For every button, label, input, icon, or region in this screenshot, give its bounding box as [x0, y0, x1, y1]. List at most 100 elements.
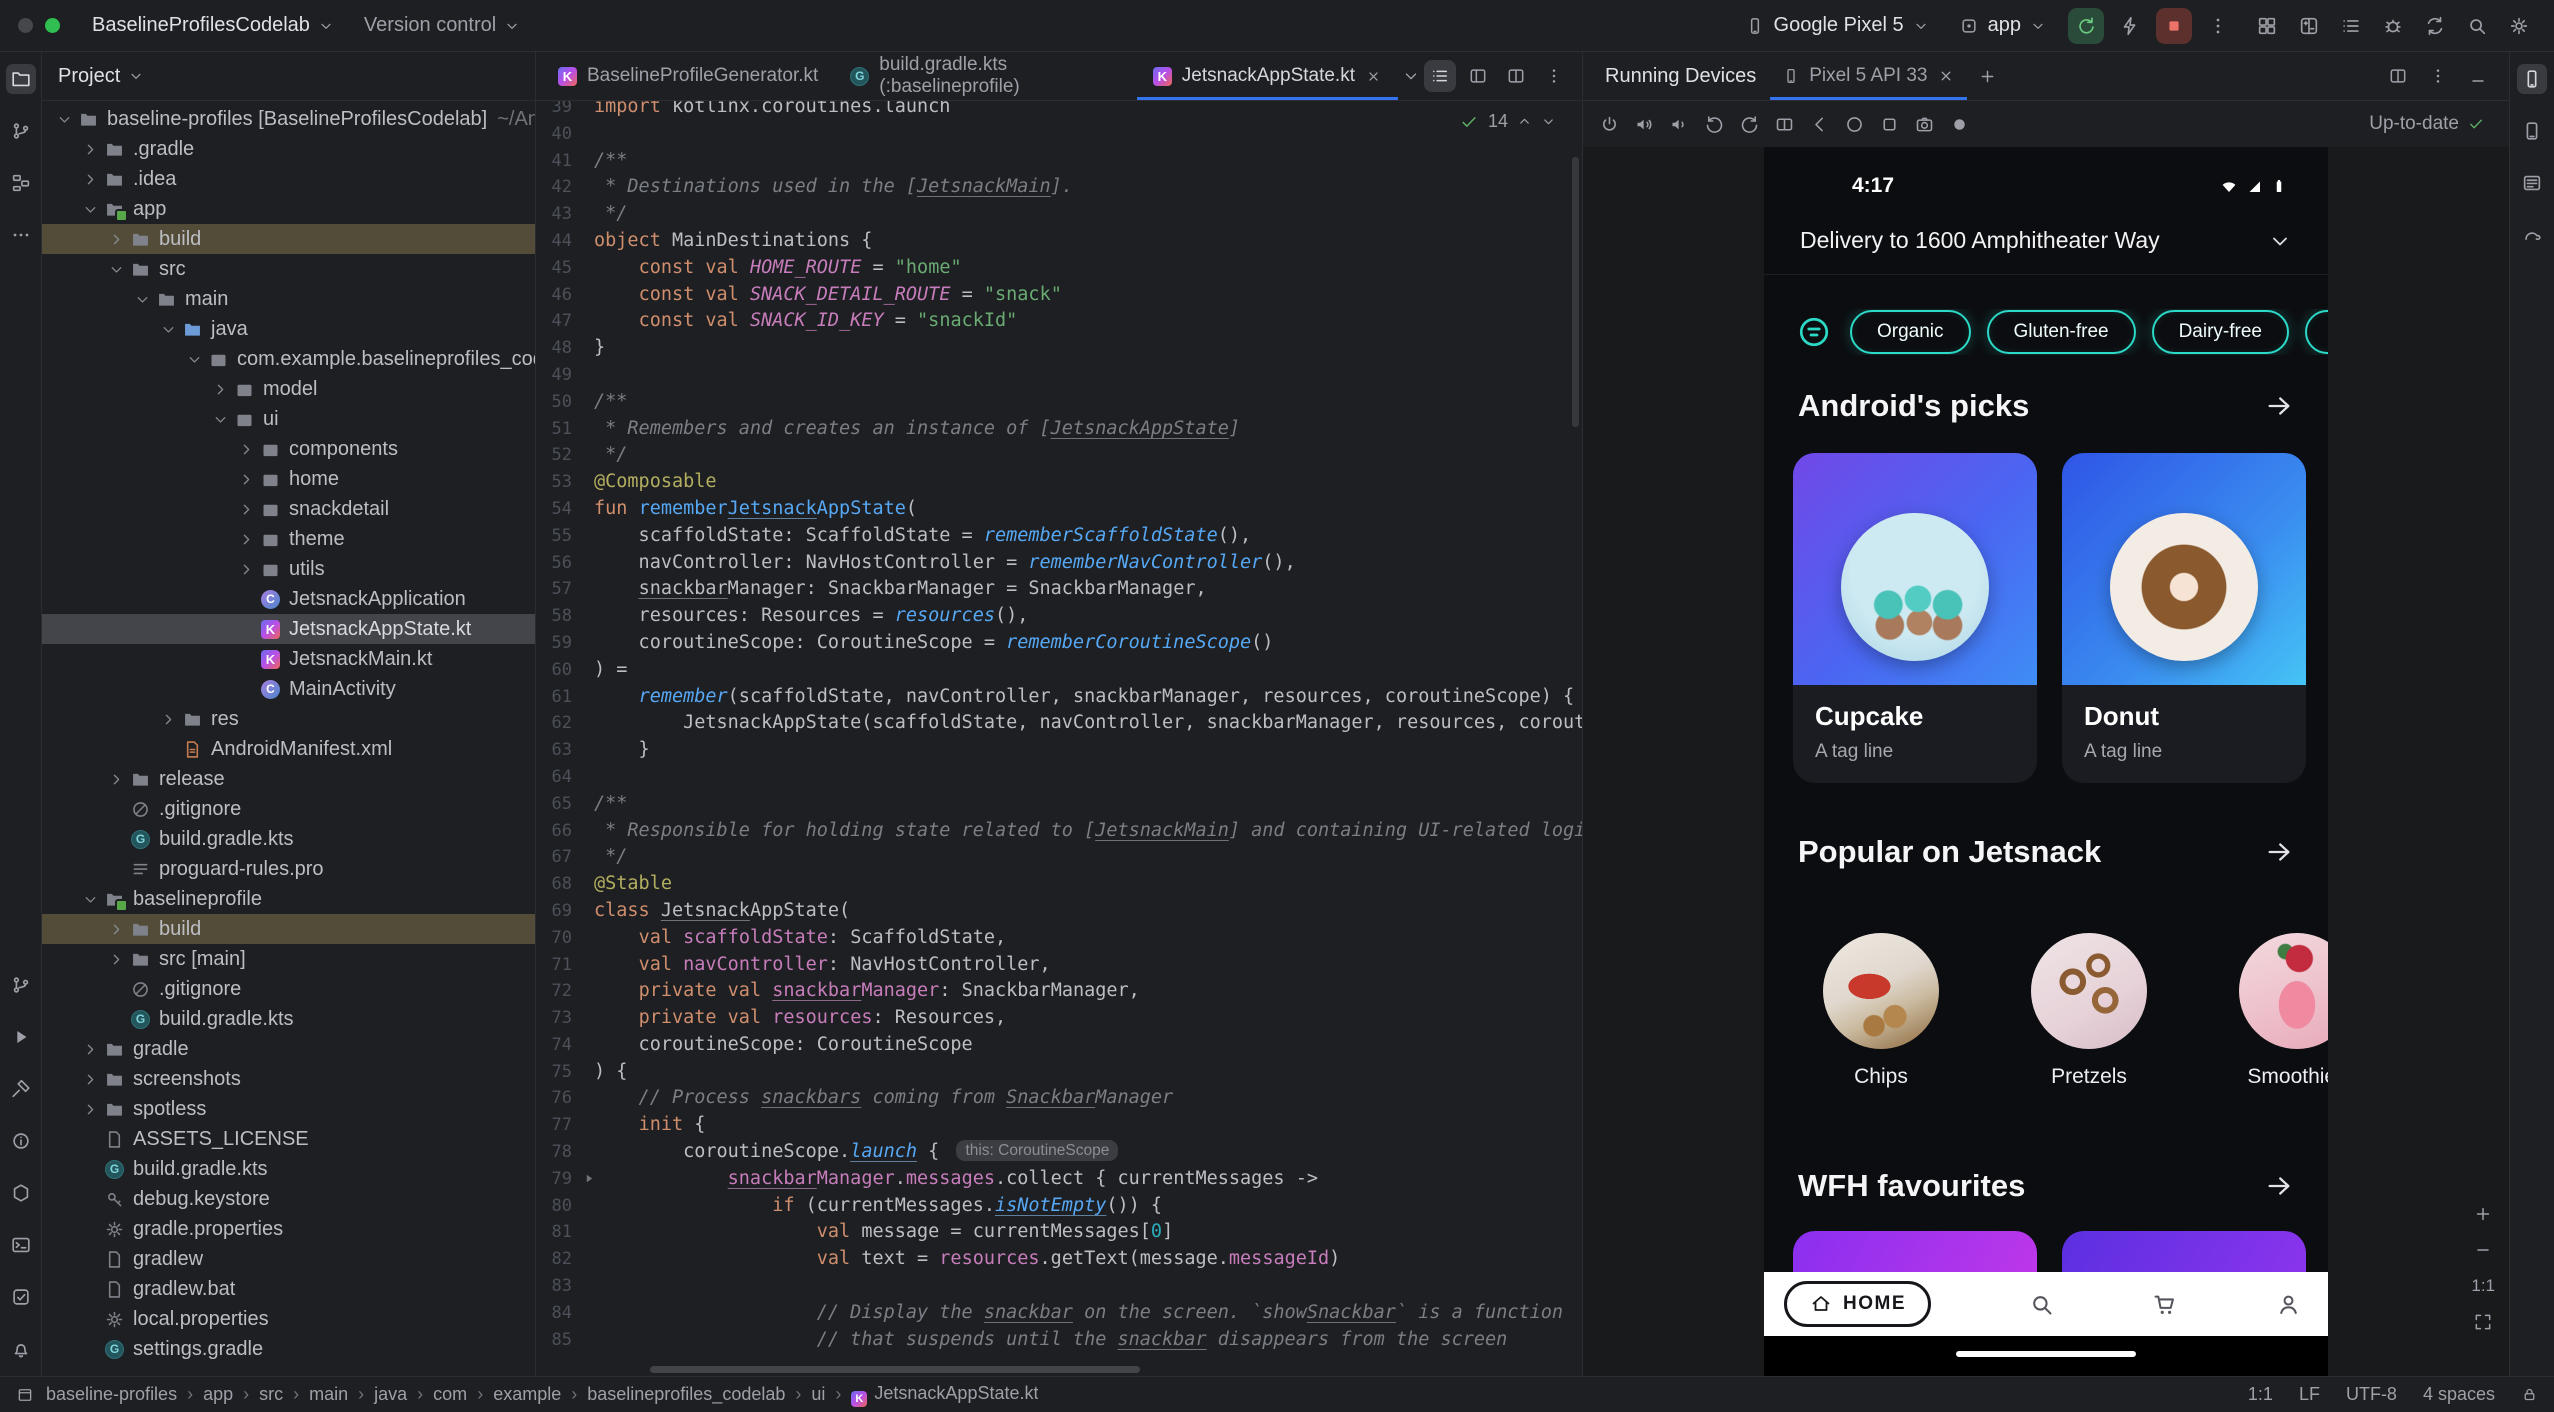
volume-up-button[interactable] [1628, 108, 1661, 141]
apply-changes-button[interactable] [2112, 8, 2148, 44]
code-line[interactable]: 67 */ [536, 844, 1582, 871]
tree-item[interactable]: src [main] [42, 944, 535, 974]
code-line[interactable]: 57 snackbarManager: SnackbarManager = Sn… [536, 576, 1582, 603]
device-selector[interactable]: Google Pixel 5 [1737, 9, 1937, 42]
list-button[interactable] [2334, 9, 2368, 43]
file-encoding[interactable]: UTF-8 [2346, 1384, 2397, 1405]
diff-button[interactable] [2292, 9, 2326, 43]
code-editor[interactable]: 39 import kotlinx.coroutines.launch 40 41 /*… [536, 101, 1582, 1376]
code-line[interactable]: 39 import kotlinx.coroutines.launch [536, 101, 1582, 121]
breadcrumb-item[interactable]: com [433, 1384, 467, 1405]
chevron-down-icon[interactable] [208, 407, 232, 431]
vertical-scrollbar[interactable] [1572, 157, 1579, 427]
nav-search-icon[interactable] [2028, 1291, 2055, 1318]
code-line[interactable]: 83 [536, 1273, 1582, 1300]
list-button[interactable] [1424, 60, 1456, 92]
more-v-button[interactable] [1538, 60, 1570, 92]
columns-button[interactable] [1462, 60, 1494, 92]
chevron-right-icon[interactable] [104, 767, 128, 791]
breadcrumb-item[interactable]: app [203, 1384, 233, 1405]
code-line[interactable]: 51 * Remembers and creates an instance o… [536, 416, 1582, 443]
code-line[interactable]: 68 @Stable [536, 871, 1582, 898]
device-tab[interactable]: Pixel 5 API 33 [1770, 52, 1966, 100]
tree-item[interactable]: Gbuild.gradle.kts [42, 824, 535, 854]
settings-button[interactable] [2502, 9, 2536, 43]
chevron-right-icon[interactable] [78, 1097, 102, 1121]
overview-button[interactable] [1873, 108, 1906, 141]
code-line[interactable]: 64 [536, 764, 1582, 791]
code-line[interactable]: 69 class JetsnackAppState( [536, 898, 1582, 925]
tree-item[interactable]: gradle.properties [42, 1214, 535, 1244]
breadcrumb-item[interactable]: baselineprofiles_codelab [587, 1384, 785, 1405]
build-button[interactable] [6, 1074, 36, 1104]
split-button[interactable] [1500, 60, 1532, 92]
code-line[interactable]: 62 JetsnackAppState(scaffoldState, navCo… [536, 710, 1582, 737]
filter-chip[interactable]: Gluten-free [1986, 310, 2136, 354]
vcs-menu-button[interactable]: Version control [356, 9, 528, 42]
popular-item[interactable]: Pretzels [2031, 933, 2147, 1089]
tree-item[interactable]: K JetsnackMain.kt [42, 644, 535, 674]
code-line[interactable]: 56 navController: NavHostController = re… [536, 550, 1582, 577]
fold-button[interactable] [1768, 108, 1801, 141]
code-line[interactable]: 77 init { [536, 1112, 1582, 1139]
close-icon[interactable] [1937, 67, 1955, 85]
chevron-down-icon[interactable] [52, 107, 76, 131]
more-v-button[interactable] [2421, 59, 2455, 93]
code-line[interactable]: 72 private val snackbarManager: Snackbar… [536, 978, 1582, 1005]
code-line[interactable]: 82 val text = resources.getText(message.… [536, 1246, 1582, 1273]
chevron-down-icon[interactable] [156, 317, 180, 341]
tree-item[interactable]: gradlew [42, 1244, 535, 1274]
breadcrumb-item[interactable]: main [309, 1384, 348, 1405]
code-line[interactable]: 50 /** [536, 389, 1582, 416]
code-line[interactable]: 44 object MainDestinations { [536, 228, 1582, 255]
tree-item[interactable]: baseline-profiles [BaselineProfilesCodel… [42, 104, 535, 134]
code-line[interactable]: 63 } [536, 737, 1582, 764]
chevron-down-icon[interactable] [78, 887, 102, 911]
prev-problem-icon[interactable] [1517, 114, 1532, 129]
tree-item[interactable]: ui [42, 404, 535, 434]
tree-item[interactable]: C MainActivity [42, 674, 535, 704]
chevron-right-icon[interactable] [234, 437, 258, 461]
cursor-position[interactable]: 1:1 [2248, 1384, 2273, 1405]
screenshot-button[interactable] [1908, 108, 1941, 141]
running-devices-button[interactable] [2517, 64, 2547, 94]
breadcrumb-item[interactable]: src [259, 1384, 283, 1405]
services-button[interactable] [6, 1178, 36, 1208]
home-button[interactable] [1838, 108, 1871, 141]
tree-item[interactable]: .gitignore [42, 794, 535, 824]
chevron-down-icon[interactable] [104, 257, 128, 281]
inspections-widget[interactable]: 14 [1459, 111, 1556, 132]
code-line[interactable]: 40 [536, 121, 1582, 148]
code-line[interactable]: 78 coroutineScope.launch { this: Corouti… [536, 1139, 1582, 1166]
snack-card[interactable]: Cupcake A tag line [1793, 453, 2037, 783]
zoom-out-button[interactable] [2473, 1240, 2493, 1260]
arrow-right-icon[interactable] [2264, 837, 2294, 867]
tree-item[interactable]: src [42, 254, 535, 284]
code-line[interactable]: 79 snackbarManager.messages.collect { cu… [536, 1166, 1582, 1193]
rotate-left-button[interactable] [1698, 108, 1731, 141]
breadcrumb-item[interactable]: ui [811, 1384, 825, 1405]
editor-tab[interactable]: K BaselineProfileGenerator.kt [542, 52, 834, 100]
code-line[interactable]: 59 coroutineScope: CoroutineScope = reme… [536, 630, 1582, 657]
tree-item[interactable]: local.properties [42, 1304, 535, 1334]
chevron-right-icon[interactable] [234, 497, 258, 521]
tree-item[interactable]: debug.keystore [42, 1184, 535, 1214]
code-line[interactable]: 41 /** [536, 148, 1582, 175]
breadcrumb-item[interactable]: example [493, 1384, 561, 1405]
code-line[interactable]: 85 // that suspends until the snackbar d… [536, 1327, 1582, 1354]
chevron-right-icon[interactable] [234, 527, 258, 551]
chevron-right-icon[interactable] [78, 1037, 102, 1061]
code-line[interactable]: 43 */ [536, 201, 1582, 228]
tree-item[interactable]: build [42, 224, 535, 254]
code-line[interactable]: 65 /** [536, 791, 1582, 818]
power-button[interactable] [1593, 108, 1626, 141]
run-button[interactable] [6, 1022, 36, 1052]
chevron-down-icon[interactable] [78, 197, 102, 221]
running-devices-title[interactable]: Running Devices [1597, 52, 1764, 100]
search-button[interactable] [2460, 9, 2494, 43]
code-line[interactable]: 52 */ [536, 442, 1582, 469]
filter-chip-partial[interactable] [2304, 310, 2328, 354]
more-v-button[interactable] [2200, 8, 2236, 44]
tree-item[interactable]: gradlew.bat [42, 1274, 535, 1304]
zoom-level[interactable]: 1:1 [2471, 1276, 2495, 1296]
